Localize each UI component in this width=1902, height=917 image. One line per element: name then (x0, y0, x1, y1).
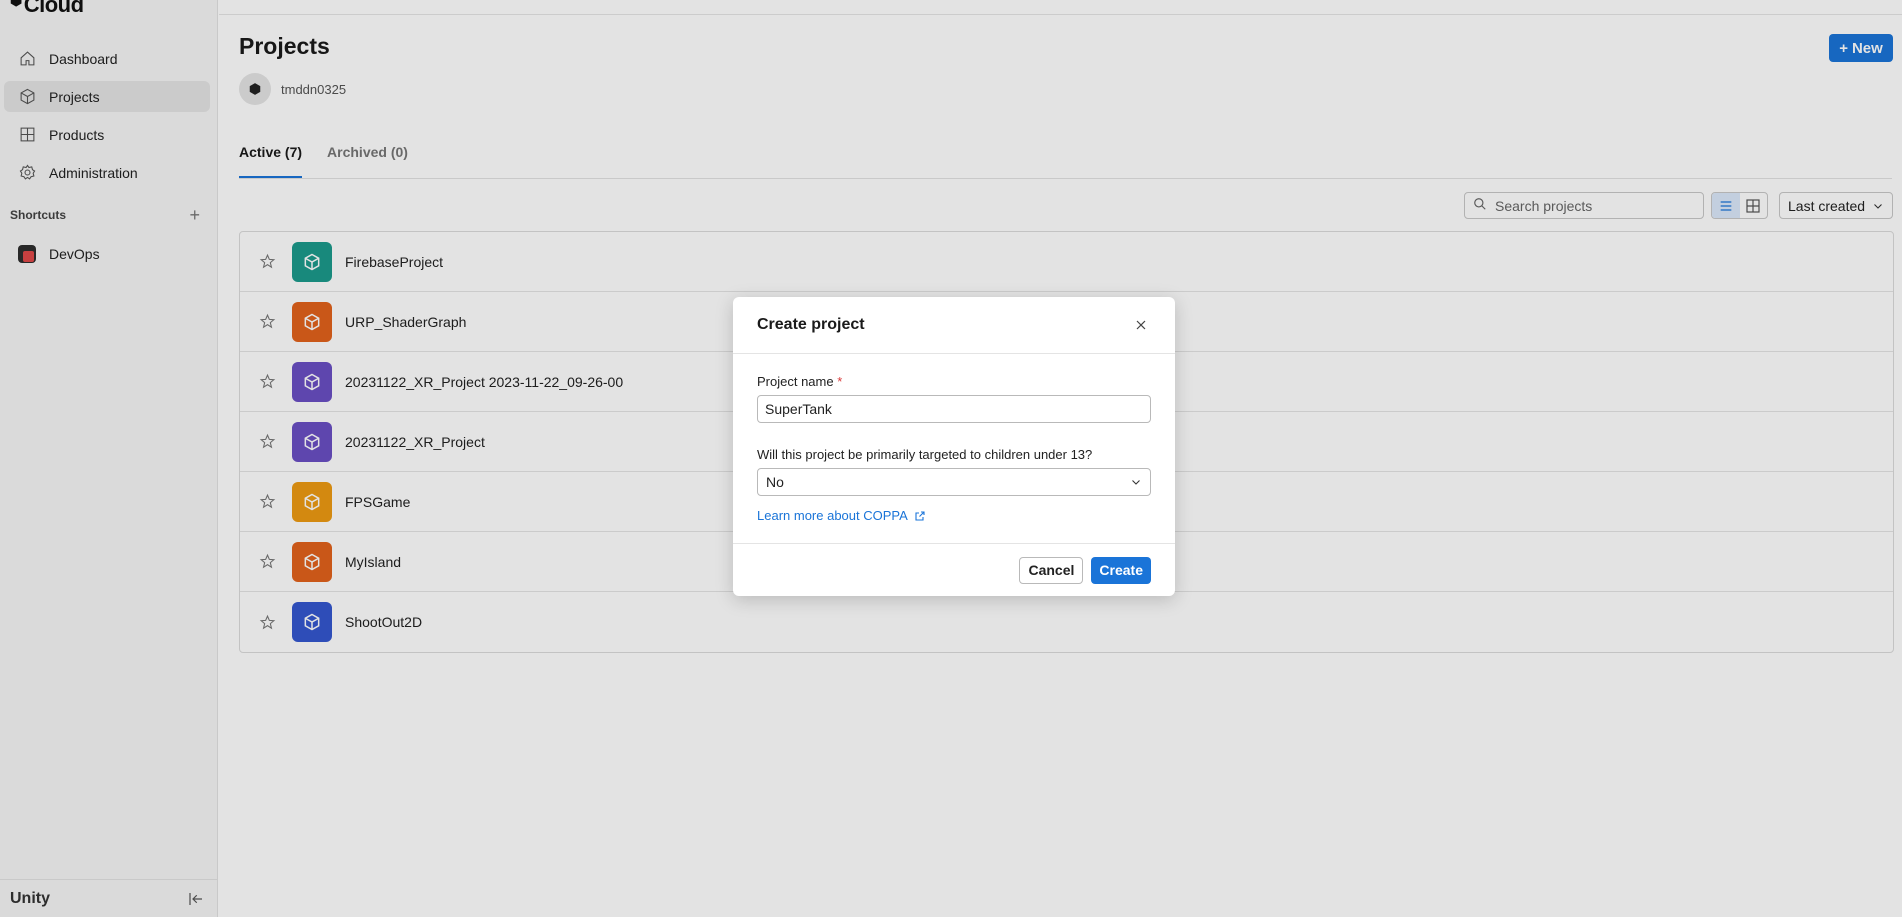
close-icon[interactable] (1131, 315, 1151, 335)
children-question: Will this project be primarily targeted … (757, 447, 1093, 462)
project-name-input[interactable] (757, 395, 1151, 423)
chevron-down-icon (1132, 480, 1140, 485)
create-project-dialog: Create project Project name * Will this … (733, 297, 1175, 596)
children-select-value: No (766, 474, 784, 490)
project-name-label-text: Project name (757, 374, 834, 389)
dialog-title: Create project (757, 316, 865, 333)
project-name-label: Project name * (757, 374, 1151, 389)
learn-coppa-link[interactable]: Learn more about COPPA (757, 508, 926, 523)
dialog-header: Create project (733, 297, 1175, 354)
cancel-button[interactable]: Cancel (1019, 556, 1084, 584)
dialog-footer: Cancel Create (733, 543, 1175, 596)
create-button[interactable]: Create (1091, 556, 1151, 584)
dialog-body: Project name * Will this project be prim… (733, 354, 1175, 523)
children-select[interactable]: No (757, 468, 1151, 496)
required-mark: * (837, 374, 843, 389)
external-link-icon (915, 510, 925, 521)
learn-coppa-text: Learn more about COPPA (757, 508, 908, 523)
